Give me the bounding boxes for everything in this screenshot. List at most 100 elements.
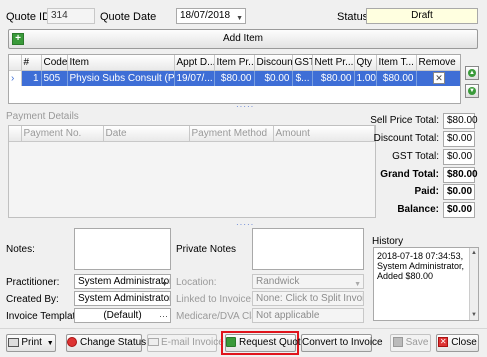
col-header-item-total[interactable]: Item T... — [376, 55, 417, 71]
notes-label: Notes: — [6, 244, 35, 255]
table-row[interactable]: › 1 505 Physio Subs Consult (Pvte ... 19… — [9, 70, 460, 86]
notes-textarea[interactable] — [74, 228, 171, 270]
col-header-item-price[interactable]: Item Pr... — [214, 55, 255, 71]
change-status-button[interactable]: Change Status — [66, 334, 146, 352]
arrow-down-icon: ▼ — [468, 87, 476, 95]
practitioner-select[interactable]: System Administrator ▼ — [74, 274, 171, 289]
cell-num: 1 — [21, 70, 42, 86]
practitioner-value: System Administrator — [78, 276, 171, 287]
gst-total-value: $0.00 — [443, 149, 475, 165]
close-label: Close — [451, 337, 477, 348]
envelope-icon — [148, 338, 159, 347]
col-header-code[interactable]: Code — [41, 55, 68, 71]
print-button[interactable]: Print ▼ — [6, 334, 56, 352]
chevron-down-icon: ▼ — [236, 15, 243, 22]
convert-to-invoice-button[interactable]: Convert to Invoice — [301, 334, 383, 352]
invoice-template-field[interactable]: (Default) ··· — [74, 308, 171, 323]
balance-value: $0.00 — [443, 202, 475, 218]
save-label: Save — [405, 337, 429, 348]
request-quote-label: Request Quote — [239, 337, 307, 348]
cell-discount: $0.00 — [254, 70, 293, 86]
request-icon — [226, 337, 236, 348]
quote-date-value: 18/07/2018 — [180, 10, 231, 21]
email-invoice-label: E-mail Invoice — [161, 337, 224, 348]
col-header-item[interactable]: Item — [67, 55, 175, 71]
col-header-payment-method[interactable]: Payment Method — [189, 126, 274, 142]
printer-icon — [8, 337, 20, 347]
invoice-template-value: (Default) — [103, 310, 142, 321]
history-entry: 2018-07-18 07:34:53, System Administrato… — [377, 251, 465, 281]
add-item-button[interactable]: + Add Item — [8, 29, 478, 49]
cell-qty: 1.00 — [354, 70, 377, 86]
sell-price-total-value: $80.00 — [443, 113, 478, 129]
cell-item-total: $80.00 — [376, 70, 417, 86]
discount-total-label: Discount Total: — [373, 133, 439, 144]
payment-details-title: Payment Details — [6, 111, 79, 122]
paid-label: Paid: — [414, 186, 439, 197]
remove-row-button[interactable]: ✕ — [416, 70, 460, 86]
cell-code: 505 — [41, 70, 68, 86]
linked-invoice-field[interactable]: None: Click to Split Invoice ... — [252, 291, 364, 306]
col-header-nett-price[interactable]: Nett Pr... — [312, 55, 355, 71]
col-header-payment-date[interactable]: Date — [103, 126, 190, 142]
cell-gst: $... — [292, 70, 313, 86]
move-up-button[interactable]: ▲ — [465, 66, 479, 80]
history-scrollbar[interactable]: ▲ ▼ — [469, 248, 478, 320]
save-icon — [392, 337, 403, 348]
discount-total-value: $0.00 — [443, 131, 475, 147]
location-select[interactable]: Randwick ▼ — [252, 274, 364, 289]
col-header-num[interactable]: # — [21, 55, 42, 71]
quote-date-picker[interactable]: 18/07/2018 ▼ — [176, 8, 246, 24]
quote-id-field: 314 — [47, 8, 95, 24]
grand-total-value: $80.00 — [443, 167, 478, 183]
col-header-payment-no[interactable]: Payment No. — [21, 126, 104, 142]
print-label: Print — [21, 337, 42, 348]
history-box[interactable]: 2018-07-18 07:34:53, System Administrato… — [373, 247, 479, 321]
col-header-discount[interactable]: Discount — [254, 55, 293, 71]
col-header-appt-date[interactable]: Appt D... — [174, 55, 215, 71]
add-item-label: Add Item — [222, 33, 264, 44]
email-invoice-button[interactable]: E-mail Invoice — [147, 334, 224, 352]
items-grid[interactable]: # Code Item Appt D... Item Pr... Discoun… — [8, 54, 461, 104]
gst-total-label: GST Total: — [392, 151, 439, 162]
change-status-label: Change Status — [80, 337, 147, 348]
col-header-gst[interactable]: GST — [292, 55, 313, 71]
quote-date-label: Quote Date — [100, 11, 157, 23]
location-label: Location: — [176, 277, 217, 288]
cell-nett-price: $80.00 — [312, 70, 355, 86]
convert-to-invoice-label: Convert to Invoice — [302, 337, 383, 348]
row-pointer-icon: › — [9, 70, 22, 86]
request-quote-button[interactable]: Request Quote — [225, 334, 306, 352]
status-icon — [67, 337, 77, 348]
cell-item: Physio Subs Consult (Pvte ... — [67, 70, 175, 86]
items-grid-header: # Code Item Appt D... Item Pr... Discoun… — [9, 55, 460, 71]
footer-divider — [0, 328, 487, 329]
chevron-down-icon: ▼ — [354, 281, 361, 288]
arrow-up-icon: ▲ — [468, 69, 476, 77]
linked-invoice-label: Linked to Invoice... — [176, 294, 260, 305]
scroll-down-icon: ▼ — [471, 312, 477, 318]
scroll-up-icon: ▲ — [471, 250, 477, 256]
private-notes-label: Private Notes — [176, 244, 237, 255]
save-button[interactable]: Save — [390, 334, 431, 352]
move-down-button[interactable]: ▼ — [465, 84, 479, 98]
cell-appt-date: 19/07/... — [174, 70, 215, 86]
private-notes-textarea[interactable] — [252, 228, 364, 270]
paid-value: $0.00 — [443, 184, 475, 200]
ellipsis-icon[interactable]: ··· — [159, 309, 168, 322]
col-header-qty[interactable]: Qty — [354, 55, 377, 71]
plus-icon: + — [12, 33, 24, 45]
close-icon: ✕ — [438, 337, 449, 348]
status-field: Draft — [366, 8, 478, 24]
row-indicator-header — [9, 55, 22, 71]
payment-row-indicator-header — [9, 126, 22, 142]
close-button[interactable]: ✕ Close — [436, 334, 479, 352]
splitter-grip[interactable]: ····· — [236, 103, 254, 111]
cell-item-price: $80.00 — [214, 70, 255, 86]
grand-total-label: Grand Total: — [380, 169, 439, 180]
chevron-down-icon: ▼ — [46, 340, 54, 347]
col-header-remove[interactable]: Remove — [416, 55, 460, 71]
chevron-down-icon: ▼ — [161, 281, 168, 288]
sell-price-total-label: Sell Price Total: — [370, 115, 439, 126]
medicare-claim-field: Not applicable — [252, 308, 364, 323]
